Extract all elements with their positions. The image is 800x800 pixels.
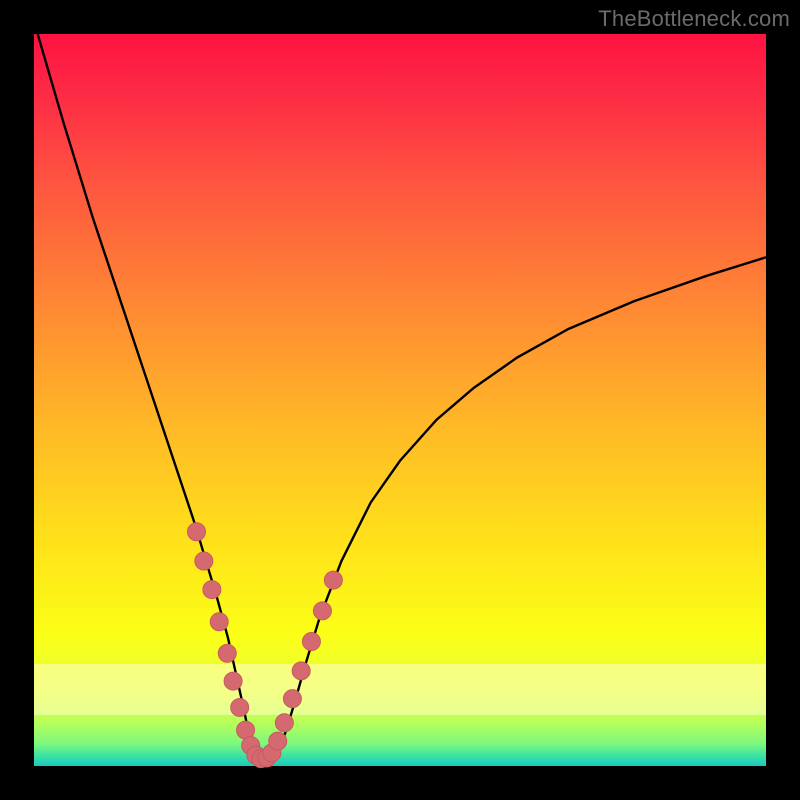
curve-marker xyxy=(292,662,310,680)
curve-marker xyxy=(231,698,249,716)
curve-marker xyxy=(313,602,331,620)
plot-area xyxy=(34,34,766,766)
curve-marker xyxy=(218,644,236,662)
curve-marker xyxy=(283,690,301,708)
curve-marker xyxy=(275,714,293,732)
curve-marker xyxy=(224,672,242,690)
curve-marker xyxy=(210,613,228,631)
bottleneck-curve-path xyxy=(38,34,766,759)
curve-marker xyxy=(269,732,287,750)
watermark-text: TheBottleneck.com xyxy=(598,6,790,32)
curve-marker xyxy=(302,633,320,651)
curve-marker xyxy=(203,581,221,599)
curve-marker xyxy=(195,552,213,570)
chart-stage: TheBottleneck.com xyxy=(0,0,800,800)
marker-group xyxy=(188,523,343,768)
curve-layer xyxy=(34,34,766,766)
curve-marker xyxy=(188,523,206,541)
curve-marker xyxy=(324,571,342,589)
